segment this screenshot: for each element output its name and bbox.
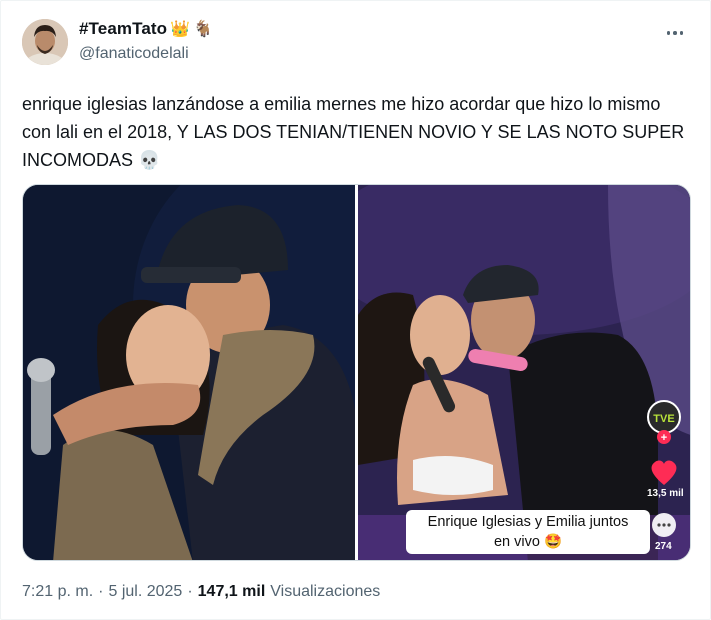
svg-text:TVE: TVE [653, 413, 674, 425]
meta-separator: · [187, 583, 193, 600]
avatar[interactable] [22, 19, 68, 65]
tweet-card: #TeamTato 👑 🐐 @fanaticodelali enrique ig… [0, 0, 711, 620]
goat-icon: 🐐 [193, 21, 213, 38]
concert-photo-right: TVE + [358, 185, 690, 560]
author-name-row[interactable]: #TeamTato 👑 🐐 [79, 19, 213, 39]
comments-count: 274 [655, 541, 672, 552]
tweet-time[interactable]: 7:21 p. m. [22, 583, 93, 601]
likes-count: 13,5 mil [647, 488, 684, 499]
caption-line-2: en vivo 🤩 [493, 534, 563, 550]
avatar-image [22, 19, 68, 65]
tweet-date[interactable]: 5 jul. 2025 [108, 583, 182, 601]
meta-separator: · [98, 583, 104, 600]
more-options-icon[interactable] [664, 23, 686, 43]
photo-right[interactable]: TVE + Enrique Iglesias y Emilia juntos e… [358, 185, 690, 560]
crown-icon: 👑 [170, 21, 191, 38]
caption-line-1: Enrique Iglesias y Emilia juntos [427, 514, 629, 530]
views-count: 147,1 mil [197, 583, 266, 600]
display-name[interactable]: #TeamTato [79, 19, 167, 39]
author-handle[interactable]: @fanaticodelali [79, 45, 189, 63]
photo-left[interactable] [23, 185, 355, 560]
media-grid[interactable]: TVE + Enrique Iglesias y Emilia juntos e… [22, 184, 691, 561]
concert-photo-left [23, 185, 355, 560]
video-caption: Enrique Iglesias y Emilia juntos en vivo… [406, 510, 650, 554]
views-label: Visualizaciones [270, 583, 381, 600]
tweet-text: enrique iglesias lanzándose a emilia mer… [22, 94, 685, 170]
tweet-meta: 7:21 p. m. · 5 jul. 2025 · 147,1 mil Vis… [22, 583, 380, 601]
svg-text:+: + [661, 432, 667, 444]
